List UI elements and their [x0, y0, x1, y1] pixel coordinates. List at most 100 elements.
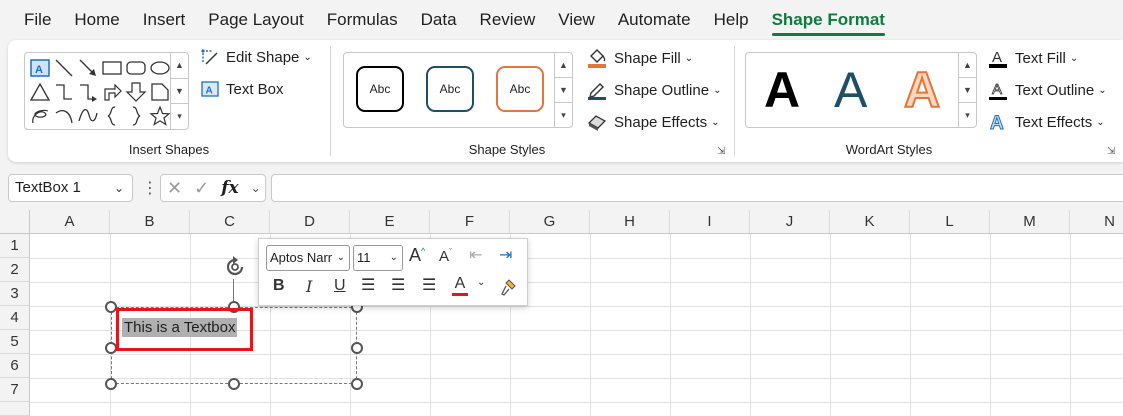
- tab-insert[interactable]: Insert: [143, 0, 186, 40]
- column-header[interactable]: N: [1070, 210, 1123, 234]
- row-header[interactable]: 6: [0, 354, 30, 378]
- row-header[interactable]: [0, 402, 30, 416]
- star-shape-icon[interactable]: [149, 105, 171, 127]
- name-box[interactable]: TextBox 1 ⌄: [8, 174, 133, 202]
- gallery-more-button[interactable]: ▾: [555, 103, 572, 127]
- tab-shape-format[interactable]: Shape Format: [771, 0, 886, 40]
- font-size-select[interactable]: 11 ⌄: [353, 245, 403, 271]
- tab-data[interactable]: Data: [421, 0, 457, 40]
- elbow-arrow-icon[interactable]: [77, 81, 99, 103]
- font-color-icon[interactable]: A: [452, 275, 468, 296]
- edit-shape-button[interactable]: Edit Shape ⌄: [200, 47, 312, 67]
- tab-formulas[interactable]: Formulas: [327, 0, 398, 40]
- gallery-more-button[interactable]: ▾: [959, 103, 976, 127]
- tab-view[interactable]: View: [558, 0, 595, 40]
- increase-font-size-icon[interactable]: A^: [409, 245, 425, 266]
- bold-button[interactable]: B: [273, 277, 285, 295]
- down-arrow-icon[interactable]: [125, 81, 147, 103]
- gallery-up-button[interactable]: ▲: [959, 53, 976, 78]
- wordart-style-2[interactable]: A: [834, 61, 867, 119]
- column-header[interactable]: L: [910, 210, 990, 234]
- gallery-down-button[interactable]: ▼: [171, 79, 188, 105]
- decrease-font-size-icon[interactable]: Aˇ: [439, 247, 452, 265]
- elbow-connector-icon[interactable]: [53, 81, 75, 103]
- row-header[interactable]: 2: [0, 258, 30, 282]
- column-header[interactable]: J: [750, 210, 830, 234]
- resize-handle-bottom[interactable]: [228, 378, 240, 390]
- chevron-down-icon[interactable]: ⌄: [477, 277, 485, 288]
- gallery-up-button[interactable]: ▲: [555, 53, 572, 78]
- tab-home[interactable]: Home: [74, 0, 119, 40]
- bent-arrow-icon[interactable]: [101, 81, 123, 103]
- column-header[interactable]: A: [30, 210, 110, 234]
- freeform-shape-icon[interactable]: [29, 105, 51, 127]
- align-left-icon[interactable]: ☰: [361, 275, 375, 295]
- tab-help[interactable]: Help: [714, 0, 749, 40]
- text-box-button[interactable]: A Text Box: [200, 79, 284, 99]
- underline-button[interactable]: U: [334, 277, 346, 295]
- shapes-gallery[interactable]: A ▲ ▼ ▾: [24, 52, 189, 130]
- column-header[interactable]: E: [350, 210, 430, 234]
- shape-fill-button[interactable]: Shape Fill ⌄: [586, 47, 693, 69]
- wordart-style-3[interactable]: A: [903, 61, 941, 119]
- shape-style-2[interactable]: Abc: [426, 66, 474, 112]
- column-header[interactable]: I: [670, 210, 750, 234]
- tab-file[interactable]: File: [24, 0, 51, 40]
- row-header[interactable]: 1: [0, 234, 30, 258]
- arrow-shape-icon[interactable]: [77, 57, 99, 79]
- more-options-icon[interactable]: ⋮: [142, 178, 158, 198]
- column-header[interactable]: H: [590, 210, 670, 234]
- resize-handle-bottom-left[interactable]: [105, 378, 117, 390]
- formula-input[interactable]: [271, 174, 1123, 202]
- gallery-down-button[interactable]: ▼: [555, 78, 572, 103]
- enter-icon[interactable]: ✓: [194, 178, 209, 199]
- dialog-launcher-icon[interactable]: ⇲: [1107, 146, 1117, 157]
- curve-shape-icon[interactable]: [77, 105, 99, 127]
- gallery-more-button[interactable]: ▾: [171, 104, 188, 129]
- insert-function-button[interactable]: fx: [221, 178, 238, 198]
- resize-handle-bottom-right[interactable]: [351, 378, 363, 390]
- row-header[interactable]: 5: [0, 330, 30, 354]
- shape-outline-button[interactable]: Shape Outline ⌄: [586, 79, 721, 101]
- cancel-icon[interactable]: ✕: [167, 178, 182, 199]
- align-right-icon[interactable]: ☰: [422, 275, 436, 295]
- font-name-select[interactable]: Aptos Narr ⌄: [266, 245, 350, 271]
- rotate-handle-icon[interactable]: [222, 254, 248, 280]
- gallery-down-button[interactable]: ▼: [959, 78, 976, 103]
- shape-styles-gallery[interactable]: Abc Abc Abc ▲ ▼ ▾: [343, 52, 573, 128]
- row-header[interactable]: 3: [0, 282, 30, 306]
- column-header[interactable]: D: [270, 210, 350, 234]
- format-painter-icon[interactable]: [499, 277, 519, 297]
- select-all-corner[interactable]: [0, 210, 30, 234]
- tab-page-layout[interactable]: Page Layout: [208, 0, 303, 40]
- tab-automate[interactable]: Automate: [618, 0, 691, 40]
- triangle-shape-icon[interactable]: [29, 81, 51, 103]
- textbox-shape-icon[interactable]: A: [29, 57, 51, 79]
- row-header[interactable]: 4: [0, 306, 30, 330]
- gallery-up-button[interactable]: ▲: [171, 53, 188, 79]
- shape-effects-button[interactable]: Shape Effects ⌄: [586, 111, 720, 133]
- decrease-indent-icon[interactable]: ⇤: [469, 245, 482, 265]
- chevron-down-icon[interactable]: ⌄: [251, 181, 261, 195]
- column-header[interactable]: C: [190, 210, 270, 234]
- wordart-style-1[interactable]: A: [764, 61, 800, 119]
- snip-rectangle-icon[interactable]: [149, 81, 171, 103]
- shape-style-3[interactable]: Abc: [496, 66, 544, 112]
- rounded-rectangle-shape-icon[interactable]: [125, 57, 147, 79]
- left-brace-icon[interactable]: [101, 105, 123, 127]
- text-outline-button[interactable]: A Text Outline ⌄: [987, 79, 1107, 101]
- column-header[interactable]: M: [990, 210, 1070, 234]
- column-header[interactable]: F: [430, 210, 510, 234]
- line-shape-icon[interactable]: [53, 57, 75, 79]
- arc-shape-icon[interactable]: [53, 105, 75, 127]
- tab-review[interactable]: Review: [480, 0, 536, 40]
- shape-style-1[interactable]: Abc: [356, 66, 404, 112]
- oval-shape-icon[interactable]: [149, 57, 171, 79]
- column-header[interactable]: K: [830, 210, 910, 234]
- rectangle-shape-icon[interactable]: [101, 57, 123, 79]
- text-fill-button[interactable]: A Text Fill ⌄: [987, 47, 1078, 69]
- wordart-gallery[interactable]: A A A ▲ ▼ ▾: [745, 52, 977, 128]
- increase-indent-icon[interactable]: ⇥: [499, 245, 512, 265]
- column-header[interactable]: B: [110, 210, 190, 234]
- align-center-icon[interactable]: ☰: [391, 275, 405, 295]
